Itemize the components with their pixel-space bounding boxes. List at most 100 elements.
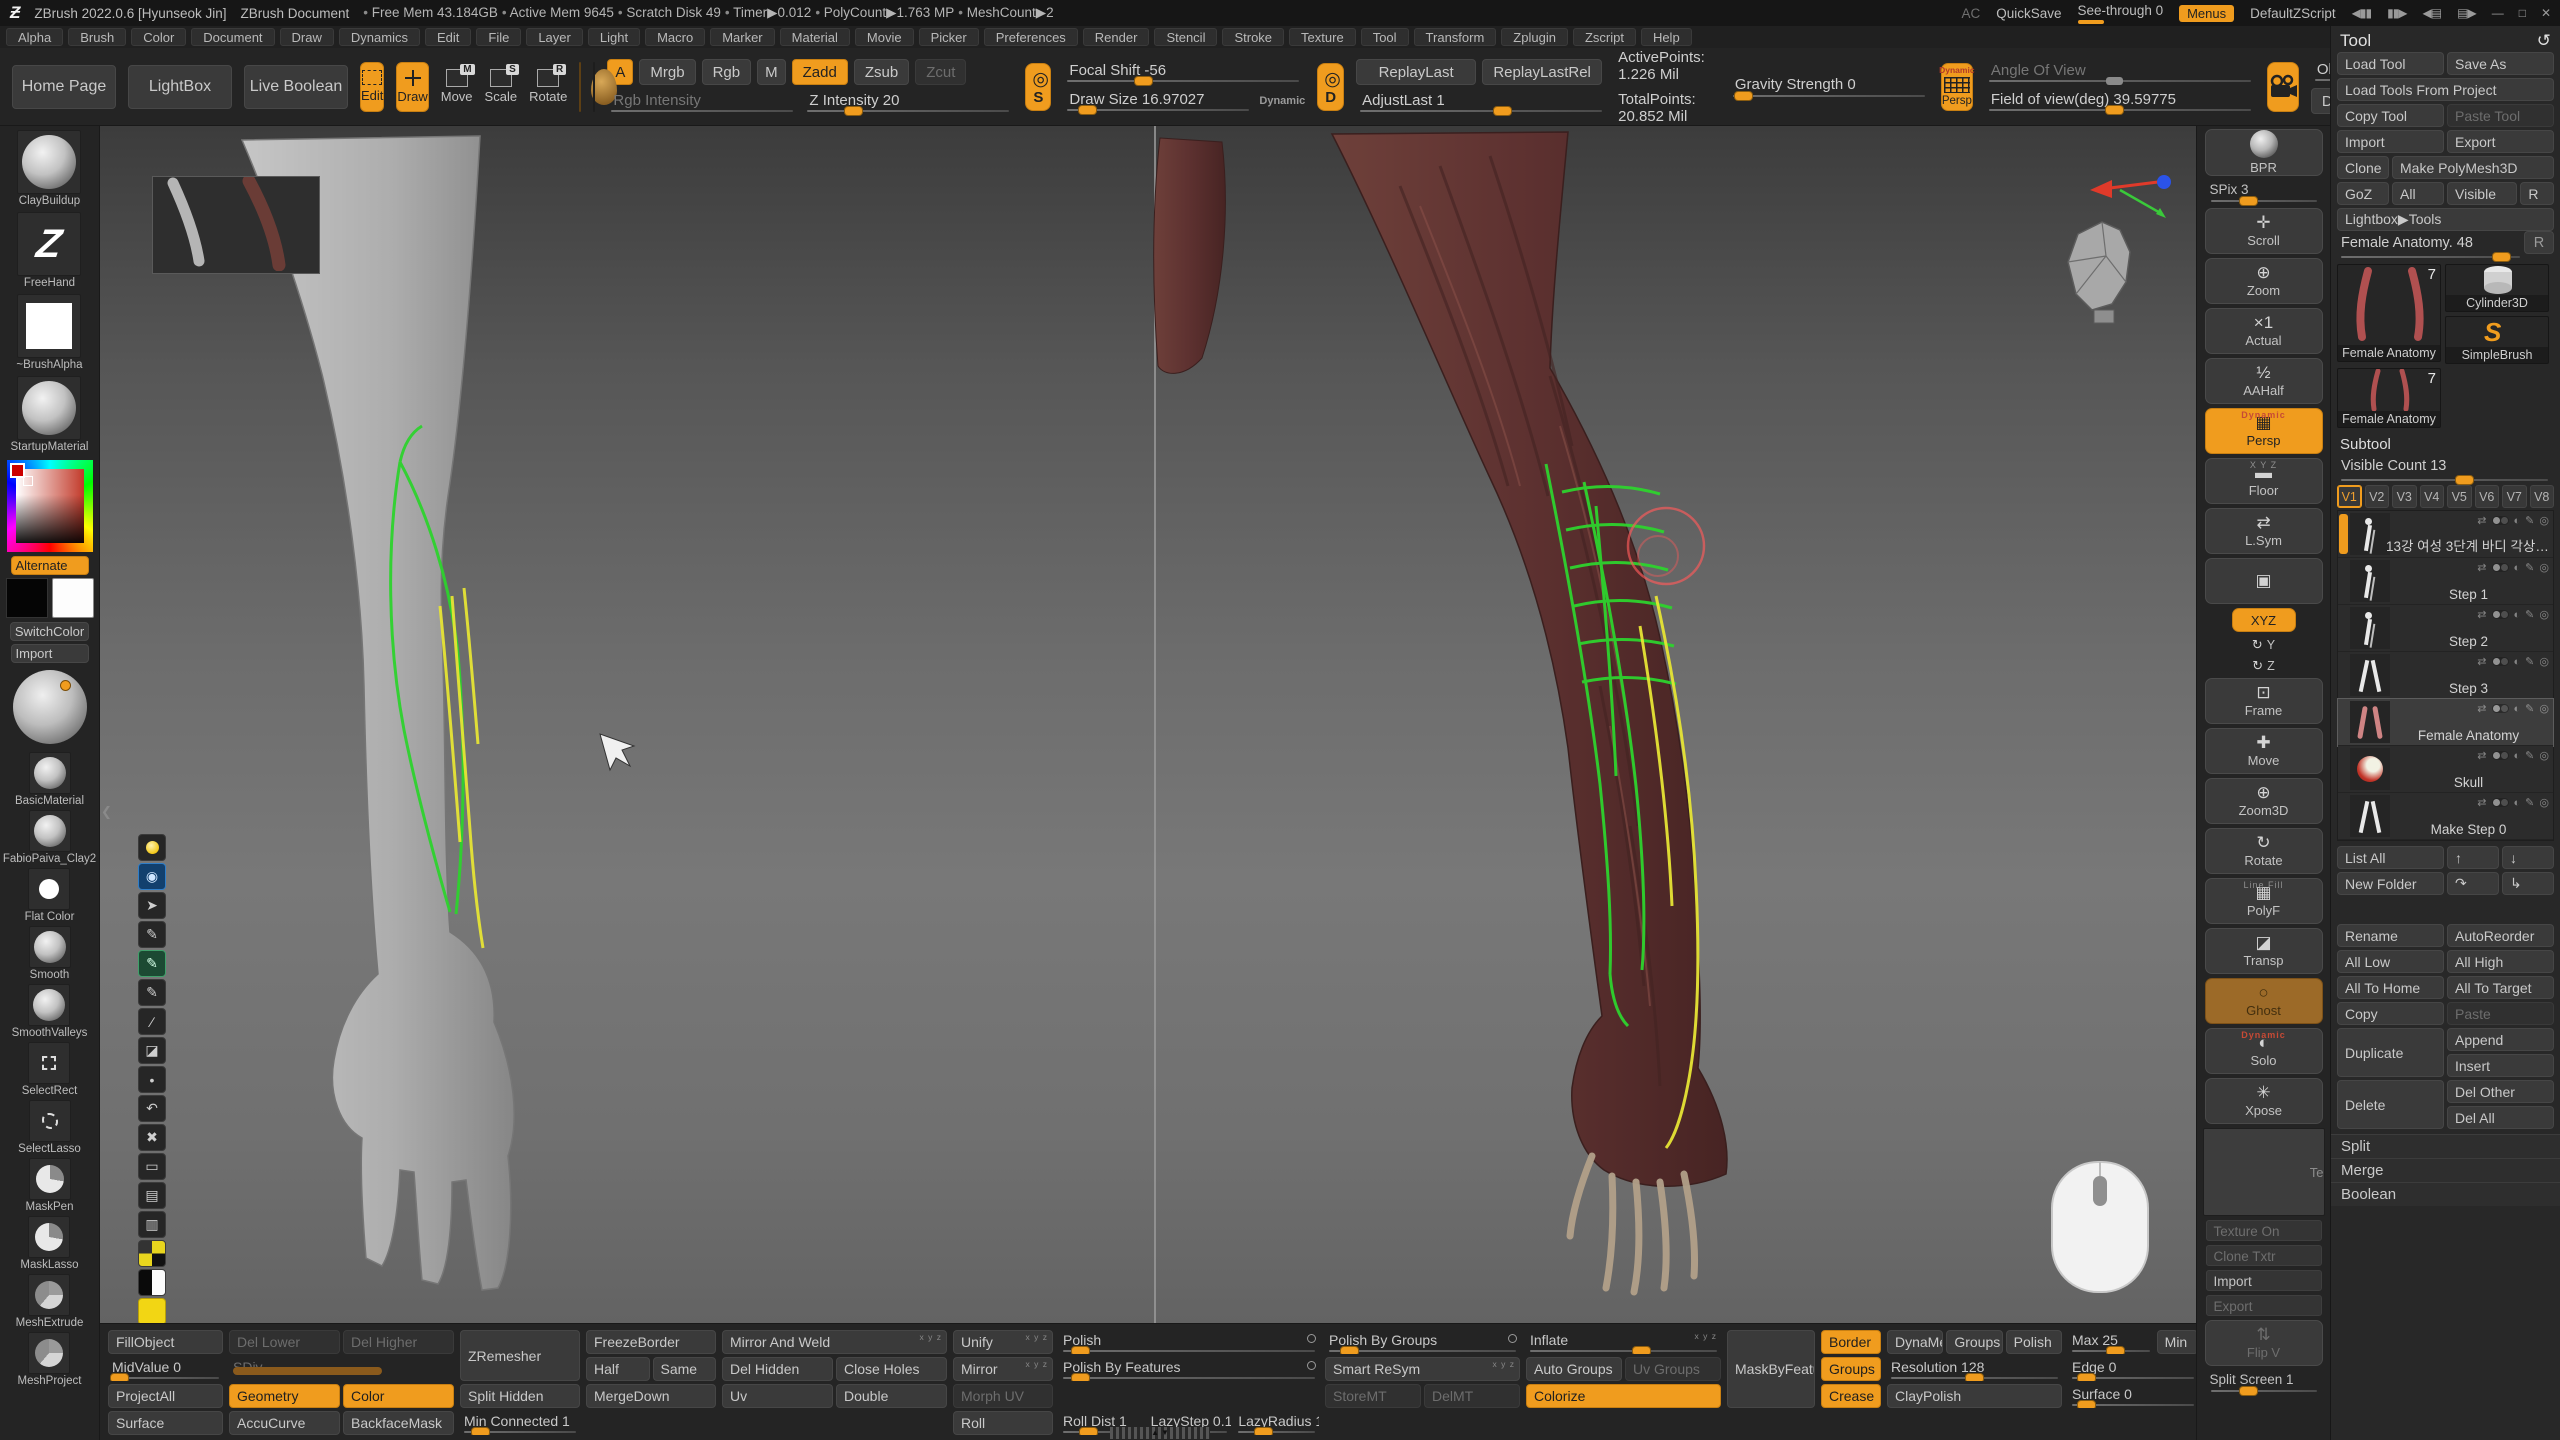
annot-trash-icon[interactable]: ✖ (138, 1124, 166, 1151)
bshelf-mirror[interactable]: Mirror (953, 1357, 1053, 1381)
visibility-toggle-icon[interactable] (2492, 657, 2509, 666)
section-merge[interactable]: Merge (2331, 1158, 2560, 1182)
shade-toggle-icon[interactable]: ◐ (2514, 656, 2521, 668)
annot-screen-icon[interactable]: ▭ (138, 1153, 166, 1180)
bshelf-groups[interactable]: Groups (1946, 1330, 2002, 1354)
bshelf-same[interactable]: Same (653, 1357, 717, 1381)
subtool-action-rename[interactable]: Rename (2337, 924, 2444, 947)
live-boolean-button[interactable]: Live Boolean (244, 65, 348, 109)
menu-edit[interactable]: Edit (425, 28, 471, 46)
rshelf-persp[interactable]: Dynamic ▦ Persp (2205, 408, 2323, 454)
flip-toggle-icon[interactable]: ⇄ (2477, 655, 2486, 668)
camera-head-widget[interactable] (2068, 222, 2130, 323)
material-maskpen[interactable]: MaskPen (26, 1158, 74, 1213)
reset-icon[interactable]: ↺ (2537, 31, 2551, 51)
visibility-toggle-icon[interactable] (2492, 798, 2509, 807)
tool-import[interactable]: Import (2337, 130, 2444, 153)
current-tool-thumbnail[interactable]: 7 Female Anatomy (2337, 264, 2441, 362)
rotate-button[interactable]: R Rotate (529, 69, 567, 104)
menu-dynamics[interactable]: Dynamics (339, 28, 420, 46)
visibility-toggle-icon[interactable] (2492, 610, 2509, 619)
bshelf-surface[interactable]: Surface (108, 1411, 223, 1435)
secondary-tool-thumbnail[interactable]: 7 Female Anatomy (2337, 368, 2441, 428)
rshelf-move[interactable]: ✚ Move (2205, 728, 2323, 774)
material-smooth[interactable]: Smooth (29, 926, 71, 981)
annot-bulb-icon[interactable] (138, 834, 166, 861)
rshelf-ghost[interactable]: ○ Ghost (2205, 978, 2323, 1024)
subtool-13-3[interactable]: ⇄ ◐ ✎ ◎ 13강 여성 3단계 바디 각상 - [삼각 (2338, 511, 2553, 558)
subtool-action-del-other[interactable]: Del Other (2447, 1080, 2554, 1103)
paint-toggle-icon[interactable]: ✎ (2525, 702, 2534, 715)
annot-pencil-icon[interactable]: ✎ (138, 979, 166, 1006)
lightbox-button[interactable]: LightBox (128, 65, 232, 109)
menu-stroke[interactable]: Stroke (1222, 28, 1284, 46)
visibility-toggle-icon[interactable] (2492, 563, 2509, 572)
annot-swatch-yellow[interactable] (138, 1298, 166, 1323)
bshelf-groups[interactable]: Groups (1821, 1357, 1881, 1381)
bshelf-auto-groups[interactable]: Auto Groups (1526, 1357, 1622, 1381)
see-through-slider[interactable]: See-through 0 (2078, 3, 2164, 24)
vtab-v6[interactable]: V6 (2475, 485, 2500, 508)
rshelf-transp[interactable]: ◪ Transp (2205, 928, 2323, 974)
vtab-v3[interactable]: V3 (2392, 485, 2417, 508)
bshelf-edge-0[interactable]: Edge 0 (2068, 1357, 2196, 1381)
zadd-button[interactable]: Zadd (792, 59, 848, 85)
bshelf-colorize[interactable]: Colorize (1526, 1384, 1721, 1408)
bshelf-mirror-and-weld[interactable]: Mirror And Weld (722, 1330, 947, 1354)
tool-paste-tool[interactable]: Paste Tool (2447, 104, 2554, 127)
axis-gizmo[interactable] (2090, 175, 2171, 218)
switch-color-button[interactable]: SwitchColor (10, 622, 89, 641)
z-intensity-slider[interactable]: Z Intensity 20 (803, 90, 1013, 114)
bshelf-geometry[interactable]: Geometry (229, 1384, 340, 1408)
draw-size-slider[interactable]: Draw Size 16.97027 (1063, 89, 1253, 113)
material-selectrect[interactable]: SelectRect (22, 1042, 78, 1097)
tool-all[interactable]: All (2392, 182, 2444, 205)
tray-toggle-left-icon[interactable]: ◀▮▮ (2352, 6, 2371, 20)
rshelf-actual[interactable]: ×1 Actual (2205, 308, 2323, 354)
menu-brush[interactable]: Brush (68, 28, 126, 46)
subtool-action-all-high[interactable]: All High (2447, 950, 2554, 973)
menu-layer[interactable]: Layer (526, 28, 583, 46)
scale-button[interactable]: S Scale (485, 69, 518, 104)
bshelf-midvalue-0[interactable]: MidValue 0 (108, 1357, 223, 1381)
bshelf-storemt[interactable]: StoreMT (1325, 1384, 1421, 1408)
bshelf-max-25[interactable]: Max 25 (2068, 1330, 2154, 1354)
document-thumbnail[interactable] (152, 176, 320, 274)
rshelf-aahalf[interactable]: ½ AAHalf (2205, 358, 2323, 404)
bshelf-accucurve[interactable]: AccuCurve (229, 1411, 340, 1435)
rshelf-bpr[interactable]: BPR (2205, 129, 2323, 176)
rshelf-solo[interactable]: Dynamic ◐ Solo (2205, 1028, 2323, 1074)
paint-toggle-icon[interactable]: ✎ (2525, 561, 2534, 574)
bshelf-border[interactable]: Border (1821, 1330, 1881, 1354)
annot-undo-icon[interactable]: ↶ (138, 1095, 166, 1122)
bshelf-close-holes[interactable]: Close Holes (836, 1357, 947, 1381)
shade-toggle-icon[interactable]: ◐ (2514, 562, 2521, 574)
eye-toggle-icon[interactable]: ◎ (2539, 655, 2549, 668)
menu-tool[interactable]: Tool (1361, 28, 1409, 46)
default-zscript-button[interactable]: DefaultZScript (2250, 6, 2336, 21)
paint-toggle-icon[interactable]: ✎ (2525, 796, 2534, 809)
menu-color[interactable]: Color (131, 28, 186, 46)
shade-toggle-icon[interactable]: ◐ (2514, 750, 2521, 762)
eye-toggle-icon[interactable]: ◎ (2539, 514, 2549, 527)
subtool-action-all-to-target[interactable]: All To Target (2447, 976, 2554, 999)
menu-help[interactable]: Help (1641, 28, 1692, 46)
replay-last-button[interactable]: ReplayLast (1356, 59, 1476, 85)
bshelf-projectall[interactable]: ProjectAll (108, 1384, 223, 1408)
flip-toggle-icon[interactable]: ⇄ (2477, 702, 2486, 715)
alternate-button[interactable]: Alternate (11, 556, 89, 575)
bshelf-uv[interactable]: Uv (722, 1384, 833, 1408)
subtool-action-del-all[interactable]: Del All (2447, 1106, 2554, 1129)
bshelf-polish[interactable]: Polish (1059, 1330, 1319, 1354)
focal-shift-slider[interactable]: Focal Shift -56 (1063, 60, 1303, 84)
eye-toggle-icon[interactable]: ◎ (2539, 702, 2549, 715)
document-canvas[interactable]: ◉➤✎✎✎∕◪•↶✖▭▤▥ ❮ (100, 126, 2196, 1323)
tray-toggle-right-icon[interactable]: ▮▮▶ (2387, 6, 2406, 20)
annot-palette-icon[interactable] (138, 1240, 166, 1267)
flip-toggle-icon[interactable]: ⇄ (2477, 796, 2486, 809)
minimize-icon[interactable]: — (2492, 6, 2503, 20)
shelf-slot-brushalpha[interactable]: ~BrushAlpha (16, 294, 82, 371)
subtool-step-3[interactable]: ⇄ ◐ ✎ ◎ Step 3 (2338, 652, 2553, 699)
rshelf-export[interactable]: Export (2206, 1295, 2322, 1316)
bshelf-resolution-128[interactable]: Resolution 128 (1887, 1357, 2062, 1381)
